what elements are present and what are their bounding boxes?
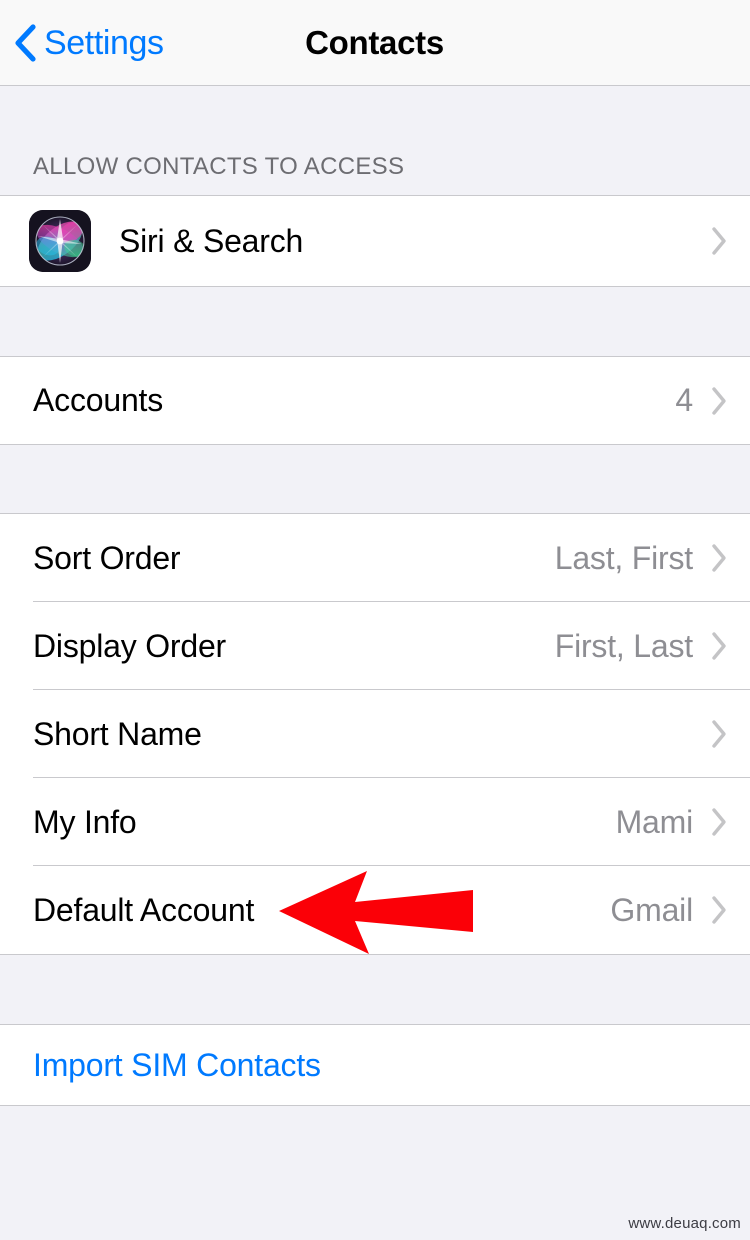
settings-group-contacts-options: Sort Order Last, First Display Order Fir… [0, 514, 750, 955]
row-accessory [693, 226, 728, 256]
row-label: Siri & Search [119, 222, 304, 259]
settings-group-accounts: Accounts 4 [0, 357, 750, 445]
section-gap-3 [0, 955, 750, 1025]
row-accessory: First, Last [555, 628, 728, 665]
row-label: Default Account [33, 891, 255, 928]
row-display-order[interactable]: Display Order First, Last [0, 602, 750, 690]
chevron-right-icon [712, 227, 726, 255]
row-label: Sort Order [33, 539, 181, 576]
row-label: Import SIM Contacts [33, 1046, 321, 1083]
chevron-right-icon [712, 896, 726, 924]
row-value: Gmail [610, 891, 693, 928]
watermark: www.deuaq.com [628, 1215, 741, 1232]
row-accounts[interactable]: Accounts 4 [0, 357, 750, 444]
section-header-label: ALLOW CONTACTS TO ACCESS [33, 153, 405, 180]
row-accessory: Gmail [610, 892, 728, 929]
settings-group-import-sim: Import SIM Contacts [0, 1025, 750, 1106]
chevron-right-icon [712, 720, 726, 748]
row-my-info[interactable]: My Info Mami [0, 778, 750, 866]
chevron-left-icon [15, 23, 36, 62]
row-value: Mami [615, 803, 694, 840]
row-default-account[interactable]: Default Account Gmail [0, 866, 750, 954]
row-accessory: Mami [616, 804, 728, 841]
row-siri-and-search[interactable]: Siri & Search [0, 196, 750, 286]
section-gap-2 [0, 445, 750, 514]
chevron-right-icon [712, 808, 726, 836]
chevron-right-icon [712, 544, 726, 572]
section-header-allow-access: ALLOW CONTACTS TO ACCESS [0, 86, 750, 196]
row-value: Last, First [554, 539, 693, 576]
navigation-bar: Settings Contacts [0, 0, 750, 86]
row-label: Accounts [33, 382, 164, 418]
row-value: First, Last [554, 627, 693, 664]
row-accessory: 4 [675, 382, 728, 419]
row-label: Display Order [33, 627, 227, 664]
siri-app-icon [29, 210, 91, 272]
row-value: 4 [675, 382, 693, 418]
row-sort-order[interactable]: Sort Order Last, First [0, 514, 750, 602]
row-label: Short Name [33, 715, 202, 752]
row-accessory [693, 719, 728, 749]
section-gap-1 [0, 287, 750, 357]
page-title-text: Contacts [305, 23, 444, 61]
row-accessory: Last, First [555, 540, 728, 577]
back-button[interactable]: Settings [14, 0, 164, 85]
back-button-label: Settings [44, 23, 164, 62]
row-short-name[interactable]: Short Name [0, 690, 750, 778]
row-import-sim-contacts[interactable]: Import SIM Contacts [0, 1025, 750, 1105]
chevron-right-icon [712, 386, 726, 415]
iphone-settings-contacts-screen: Settings Contacts ALLOW CONTACTS TO ACCE… [0, 0, 750, 1240]
row-label: My Info [33, 803, 137, 840]
chevron-right-icon [712, 632, 726, 660]
settings-group-siri: Siri & Search [0, 196, 750, 287]
